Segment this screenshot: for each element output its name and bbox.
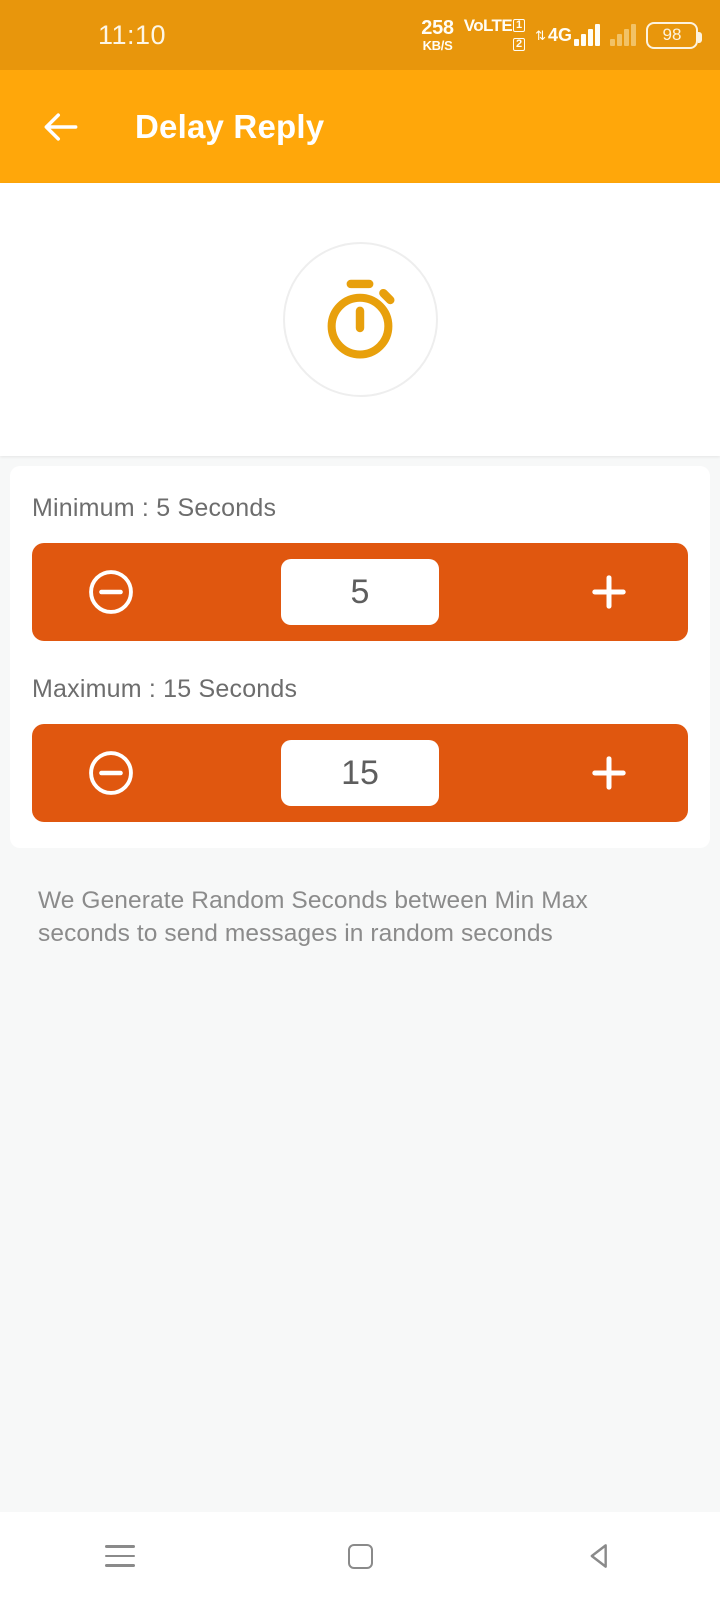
arrow-left-icon [44,112,78,141]
status-time: 11:10 [98,19,167,50]
square-icon [347,1543,373,1569]
maximum-label: Maximum : 15 Seconds [32,675,298,703]
back-button[interactable] [35,101,87,153]
maximum-value-input[interactable]: 15 [281,740,439,806]
battery-indicator: 98 [646,21,702,49]
network-speed-unit: KB/S [422,38,453,53]
system-back-button[interactable] [555,1526,645,1586]
volte-sim2-badge: 2 [513,38,526,51]
hero-panel [0,183,720,456]
volte-sim1-badge: 1 [513,19,526,32]
maximum-increment-button[interactable] [578,742,640,804]
minus-circle-icon [89,570,133,614]
description-text: We Generate Random Seconds between Min M… [38,887,588,948]
content-area: Minimum : 5 Seconds 5 Maximum : 15 Secon… [0,456,720,1512]
mobile-data-indicator: ⇅ 4G [535,24,600,46]
network-speed-value: 258 [421,17,454,39]
minus-circle-icon [89,751,133,795]
phone-screen: 11:10 258 KB/S VoLTE 1 VoLTE 2 ⇅ 4G [0,0,720,1600]
recents-button[interactable] [75,1526,165,1586]
plus-icon [592,756,626,790]
plus-icon [592,575,626,609]
home-button[interactable] [315,1526,405,1586]
signal-bars-sim2-icon [610,24,636,46]
volte-indicator: VoLTE 1 VoLTE 2 [463,16,526,53]
page-title: Delay Reply [135,107,325,145]
minimum-increment-button[interactable] [578,561,640,623]
status-icons: 258 KB/S VoLTE 1 VoLTE 2 ⇅ 4G [421,16,702,53]
minimum-value-input[interactable]: 5 [281,559,439,625]
battery-level-label: 98 [662,25,682,44]
triangle-back-icon [590,1544,607,1568]
data-transfer-arrows-icon: ⇅ [535,28,546,43]
delay-settings-card: Minimum : 5 Seconds 5 Maximum : 15 Secon… [10,466,710,848]
network-type-label: 4G [547,25,572,45]
minimum-decrement-button[interactable] [80,561,142,623]
minimum-stepper: 5 [32,543,688,641]
minimum-label: Minimum : 5 Seconds [32,494,277,522]
hero-icon-circle [282,242,438,397]
maximum-stepper: 15 [32,724,688,822]
network-speed-indicator: 258 KB/S [421,17,454,53]
status-bar: 11:10 258 KB/S VoLTE 1 VoLTE 2 ⇅ 4G [0,0,720,70]
signal-bars-sim1-icon [574,24,600,46]
system-navigation-bar [0,1512,720,1600]
volte-label: VoLTE [463,16,513,35]
stopwatch-icon [327,279,395,359]
app-bar: Delay Reply [0,70,720,183]
menu-icon [105,1545,135,1567]
maximum-decrement-button[interactable] [80,742,142,804]
